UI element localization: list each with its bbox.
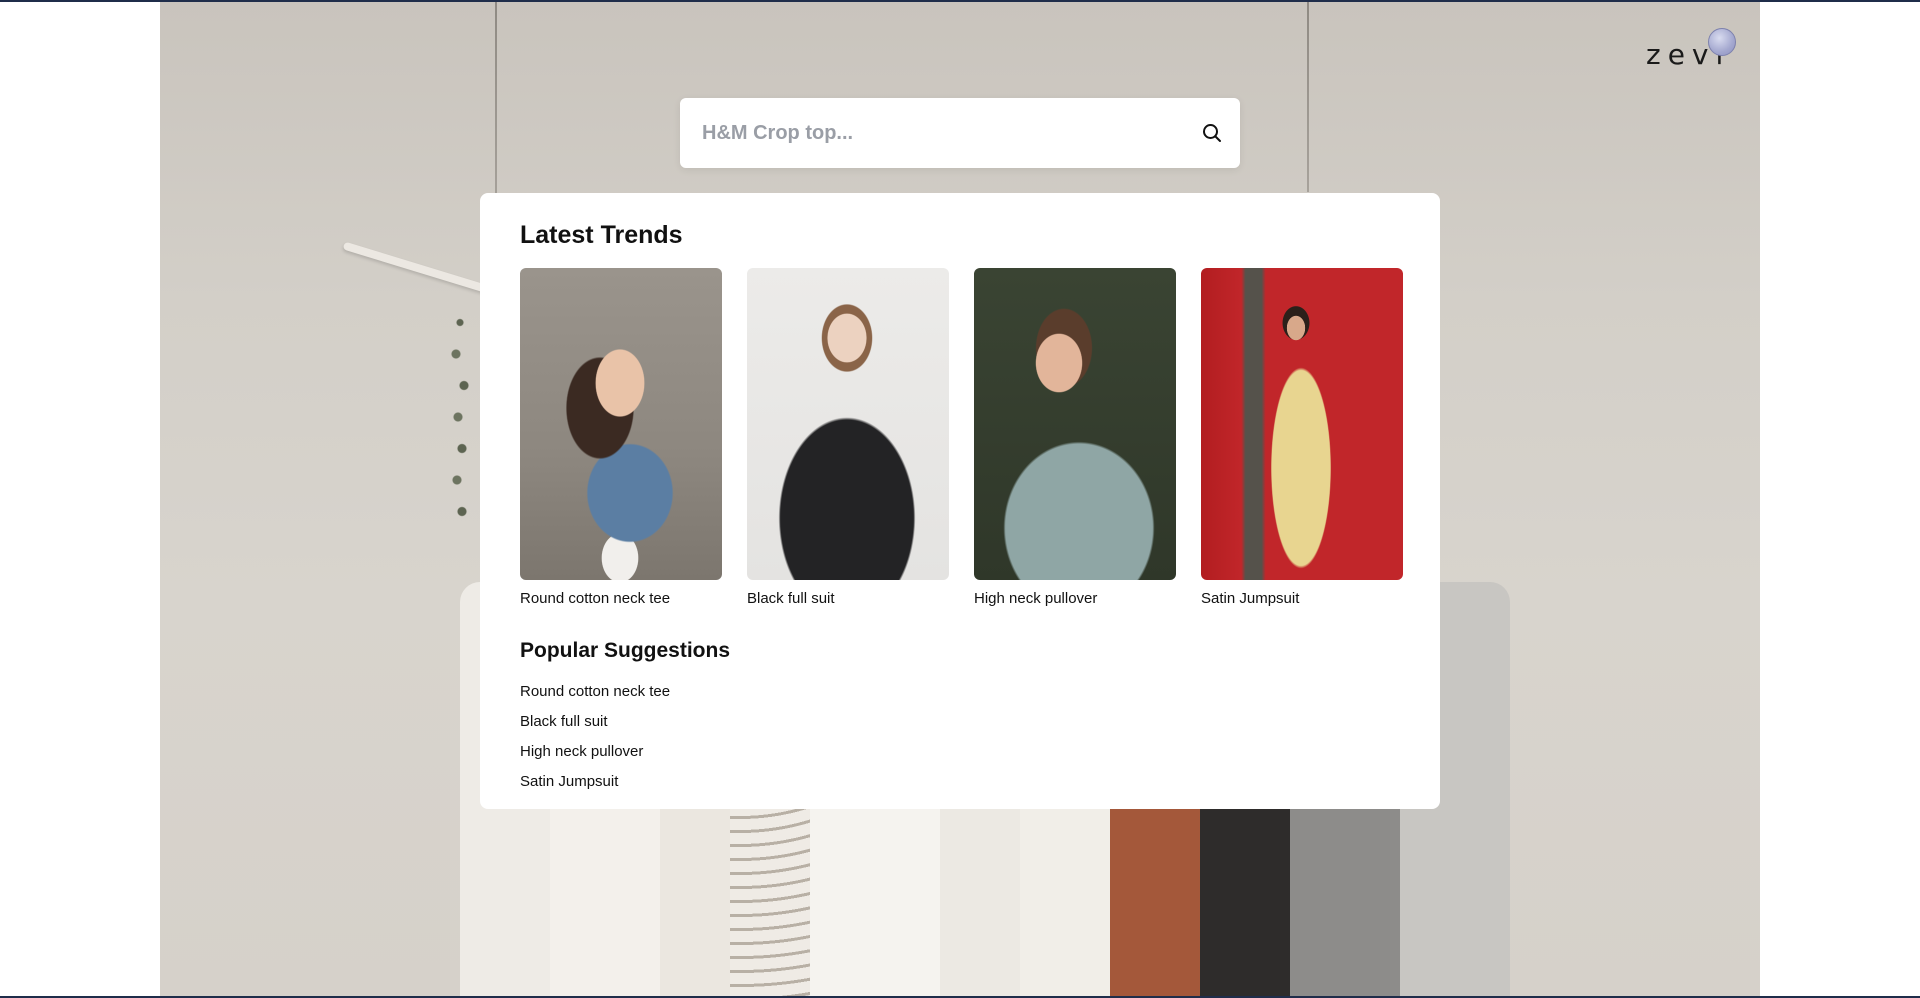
trend-label[interactable]: Black full suit (747, 590, 949, 607)
suggestion-item[interactable]: High neck pullover (520, 737, 670, 767)
trend-label[interactable]: High neck pullover (974, 590, 1176, 607)
trend-card[interactable]: High neck pullover (974, 268, 1176, 607)
trend-card[interactable]: Black full suit (747, 268, 949, 607)
decorative-vine (450, 312, 470, 522)
trend-image[interactable] (1201, 268, 1403, 580)
search-input[interactable] (700, 112, 1174, 154)
trend-image[interactable] (974, 268, 1176, 580)
trend-image[interactable] (747, 268, 949, 580)
suggestions-dropdown: Latest Trends Round cotton neck tee Blac… (480, 193, 1440, 809)
suggestion-item[interactable]: Black full suit (520, 707, 670, 737)
search-icon[interactable] (1200, 121, 1224, 145)
latest-trends-heading: Latest Trends (520, 221, 683, 249)
wall-crack (1307, 2, 1309, 192)
logo-dot-icon (1708, 28, 1736, 56)
trend-card[interactable]: Round cotton neck tee (520, 268, 722, 607)
suggestion-item[interactable]: Round cotton neck tee (520, 677, 670, 707)
trend-cards: Round cotton neck tee Black full suit Hi… (520, 268, 1403, 607)
popular-suggestions-heading: Popular Suggestions (520, 639, 731, 662)
wall-crack (495, 2, 497, 212)
trend-card[interactable]: Satin Jumpsuit (1201, 268, 1403, 607)
popular-suggestions-list: Round cotton neck tee Black full suit Hi… (520, 677, 670, 797)
trend-image[interactable] (520, 268, 722, 580)
trend-label[interactable]: Satin Jumpsuit (1201, 590, 1403, 607)
trend-label[interactable]: Round cotton neck tee (520, 590, 722, 607)
search-bar (680, 98, 1240, 168)
suggestion-item[interactable]: Satin Jumpsuit (520, 767, 670, 797)
